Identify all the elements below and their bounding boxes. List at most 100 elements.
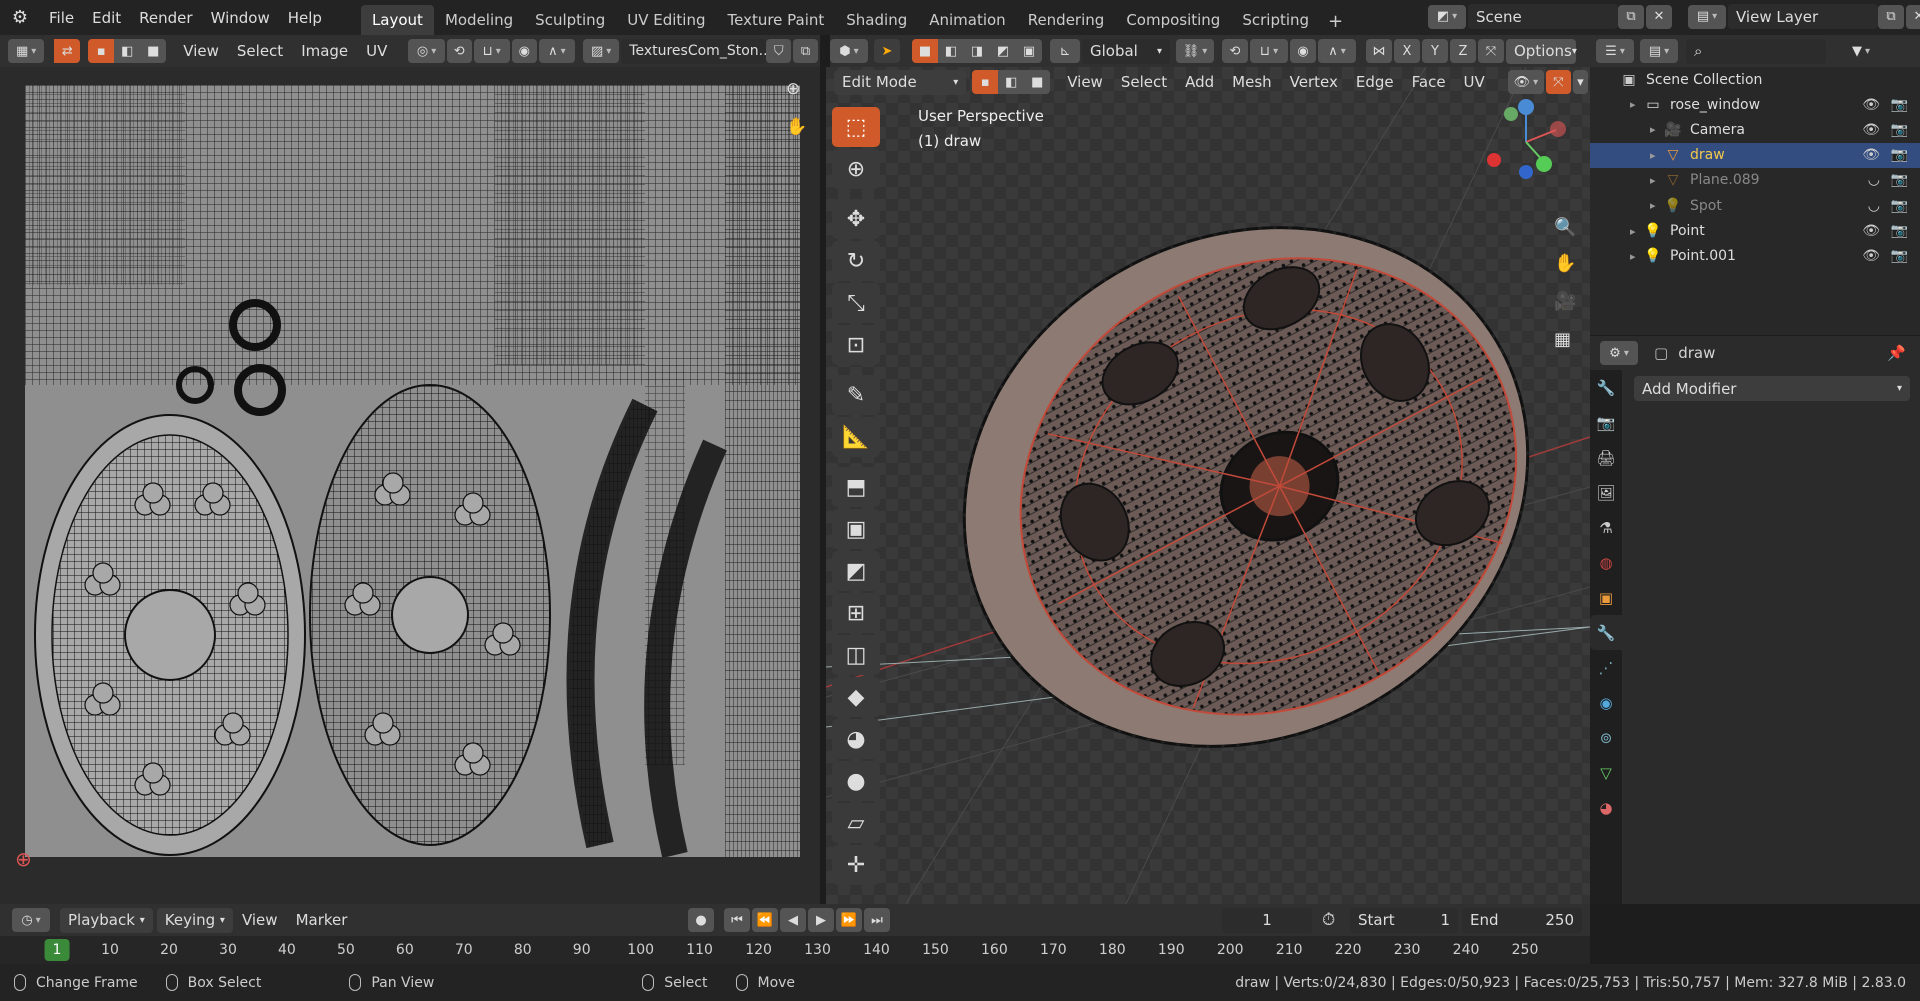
pivot-point-icon[interactable]: ⛓ xyxy=(1176,39,1214,63)
jump-end-icon[interactable]: ⏭ xyxy=(864,908,890,932)
cursor-tool[interactable]: ⊕ xyxy=(832,149,880,189)
scale-tool[interactable]: ⤡ xyxy=(832,283,880,323)
new-view-layer-icon[interactable]: ⧉ xyxy=(1878,4,1904,29)
face-mode-icon[interactable]: ■ xyxy=(1024,70,1051,94)
physics-tab-icon[interactable]: ◉ xyxy=(1590,685,1622,720)
image-browse-icon[interactable]: ▨ xyxy=(583,39,620,63)
prev-keyframe-icon[interactable]: ⏪ xyxy=(752,908,778,932)
axis-y-toggle[interactable]: Y xyxy=(1422,39,1448,63)
end-frame-field[interactable]: End 250 xyxy=(1462,907,1582,933)
vp-menu-view[interactable]: View xyxy=(1058,73,1112,91)
scene-name-field[interactable]: Scene xyxy=(1468,4,1618,29)
jump-start-icon[interactable]: ⏮ xyxy=(724,908,750,932)
object-tab-icon[interactable]: ▣ xyxy=(1590,580,1622,615)
properties-editor-type-icon[interactable]: ⚙ xyxy=(1600,341,1638,365)
expand-arrow-icon[interactable]: ▸ xyxy=(1650,123,1664,136)
outliner-row-draw[interactable]: ▸ ▽ draw 👁 📷 xyxy=(1590,142,1920,168)
expand-arrow-icon[interactable]: ▸ xyxy=(1630,250,1644,263)
transform-tool[interactable]: ⊡ xyxy=(832,325,880,365)
fake-user-icon[interactable]: ⛉ xyxy=(766,39,792,63)
blender-logo-icon[interactable]: ⚙ xyxy=(0,7,40,28)
invert-selection-icon[interactable]: ◩ xyxy=(990,39,1016,63)
display-mode-icon[interactable]: ▤ xyxy=(1640,39,1678,63)
start-frame-field[interactable]: Start 1 xyxy=(1350,907,1458,933)
expand-arrow-icon[interactable]: ▸ xyxy=(1650,199,1664,212)
expand-arrow-icon[interactable]: ▸ xyxy=(1630,225,1644,238)
falloff-icon[interactable]: ∧ xyxy=(538,39,575,63)
axis-z-toggle[interactable]: Z xyxy=(1450,39,1476,63)
add-workspace-icon[interactable]: + xyxy=(1320,8,1351,35)
visibility-eye-icon[interactable]: 👁 xyxy=(1862,223,1880,239)
outliner-row-rose-window[interactable]: ▸ ▭ rose_window 👁 📷 xyxy=(1590,92,1920,117)
viewport-ortho-icon[interactable]: ▦ xyxy=(1554,329,1571,350)
timeline-menu-view[interactable]: View xyxy=(233,911,287,929)
tab-uv-editing[interactable]: UV Editing xyxy=(616,5,716,35)
transform-orientation-dropdown[interactable]: Global ▾ xyxy=(1082,38,1170,64)
visibility-icon[interactable]: 👁 xyxy=(1507,70,1544,94)
particles-tab-icon[interactable]: ⋰ xyxy=(1590,650,1622,685)
loop-cut-tool[interactable]: ⊞ xyxy=(832,593,880,633)
visibility-eye-icon[interactable]: 👁 xyxy=(1862,97,1880,113)
gizmo-dropdown-icon[interactable]: ▾ xyxy=(1572,70,1588,94)
tab-layout[interactable]: Layout xyxy=(360,5,434,35)
play-icon[interactable]: ▶ xyxy=(808,908,834,932)
move-tool[interactable]: ✥ xyxy=(832,199,880,239)
material-tab-icon[interactable]: ◕ xyxy=(1590,790,1622,825)
outliner-row-spot[interactable]: ▸ 💡 Spot ◡ 📷 xyxy=(1590,193,1920,218)
snap-target-icon[interactable]: ⊔ xyxy=(1250,39,1288,63)
pin-icon[interactable]: 📌 xyxy=(1887,344,1906,362)
proportional-editing-icon[interactable]: ◉ xyxy=(1290,39,1316,63)
vertex-mode-icon[interactable]: ▪ xyxy=(972,70,999,94)
render-camera-icon[interactable]: 📷 xyxy=(1891,122,1908,138)
annotate-tool[interactable]: ✎ xyxy=(832,375,880,415)
edge-slide-tool[interactable]: ▱ xyxy=(832,803,880,843)
expand-arrow-icon[interactable]: ▸ xyxy=(1650,174,1664,187)
subtract-selection-icon[interactable]: ◨ xyxy=(964,39,990,63)
timeline-ruler[interactable]: 1 10 20 30 40 50 60 70 80 90 100 110 120 130 140 150 160… xyxy=(0,936,1590,964)
uv-sync-icon[interactable]: ⇄ xyxy=(54,39,81,63)
view-layer-name-field[interactable]: View Layer xyxy=(1728,4,1878,29)
delete-scene-icon[interactable]: ✕ xyxy=(1646,4,1672,29)
scene-browse-icon[interactable]: ◩ xyxy=(1428,4,1466,29)
outliner-row-point[interactable]: ▸ 💡 Point 👁 📷 xyxy=(1590,219,1920,244)
render-tab-icon[interactable]: 📷 xyxy=(1590,405,1622,440)
viewport-camera-icon[interactable]: 🎥 xyxy=(1554,291,1576,312)
tab-compositing[interactable]: Compositing xyxy=(1115,5,1231,35)
mode-dropdown[interactable]: Edit Mode ▾ xyxy=(834,69,967,95)
tab-animation[interactable]: Animation xyxy=(918,5,1016,35)
outliner-search-input[interactable]: ⌕ xyxy=(1686,38,1826,64)
render-camera-icon[interactable]: 📷 xyxy=(1891,248,1908,264)
editor-type-icon[interactable]: ▦ xyxy=(8,39,45,63)
add-modifier-dropdown[interactable]: Add Modifier ▾ xyxy=(1634,376,1910,401)
proportional-edit-icon[interactable]: ◉ xyxy=(511,39,537,63)
filter-icon[interactable]: ▼ xyxy=(1842,39,1880,63)
vp-menu-face[interactable]: Face xyxy=(1403,73,1455,91)
pan-hand-icon[interactable]: ✋ xyxy=(786,117,807,137)
render-camera-icon[interactable]: 📷 xyxy=(1891,198,1908,214)
vertex-select-icon[interactable]: ▪ xyxy=(88,39,115,63)
menu-file[interactable]: File xyxy=(40,9,83,27)
snap-icon[interactable]: ⊔ xyxy=(473,39,510,63)
vp-menu-add[interactable]: Add xyxy=(1176,73,1223,91)
uv-editor-canvas[interactable]: ⊕ ✋ ⊕ xyxy=(0,67,820,904)
image-name-field[interactable]: TexturesCom_Ston... xyxy=(621,38,772,64)
visibility-eye-icon[interactable]: 👁 xyxy=(1862,147,1880,163)
menu-edit[interactable]: Edit xyxy=(83,9,130,27)
uv-menu-uv[interactable]: UV xyxy=(357,42,396,60)
select-mode-tweak-icon[interactable]: ➤ xyxy=(874,39,900,63)
viewport-editor-type-icon[interactable]: ⬢ xyxy=(830,39,868,63)
gizmo-toggle-icon[interactable]: ⤧ xyxy=(1546,70,1571,94)
inset-faces-tool[interactable]: ▣ xyxy=(832,509,880,549)
menu-render[interactable]: Render xyxy=(130,9,201,27)
tab-shading[interactable]: Shading xyxy=(835,5,918,35)
scene-tab-icon[interactable]: ⚗ xyxy=(1590,510,1622,545)
tool-tab-icon[interactable]: 🔧 xyxy=(1590,370,1622,405)
shrink-fatten-tool[interactable]: ✛ xyxy=(832,845,880,885)
render-camera-icon[interactable]: 📷 xyxy=(1891,172,1908,188)
options-dropdown[interactable]: Options ▾ xyxy=(1506,38,1577,64)
mirror-icon[interactable]: ⋈ xyxy=(1366,39,1392,63)
view-layer-browse-icon[interactable]: ▤ xyxy=(1688,4,1726,29)
visibility-eye-icon[interactable]: 👁 xyxy=(1862,122,1880,138)
tab-rendering[interactable]: Rendering xyxy=(1017,5,1116,35)
uv-menu-image[interactable]: Image xyxy=(292,42,357,60)
